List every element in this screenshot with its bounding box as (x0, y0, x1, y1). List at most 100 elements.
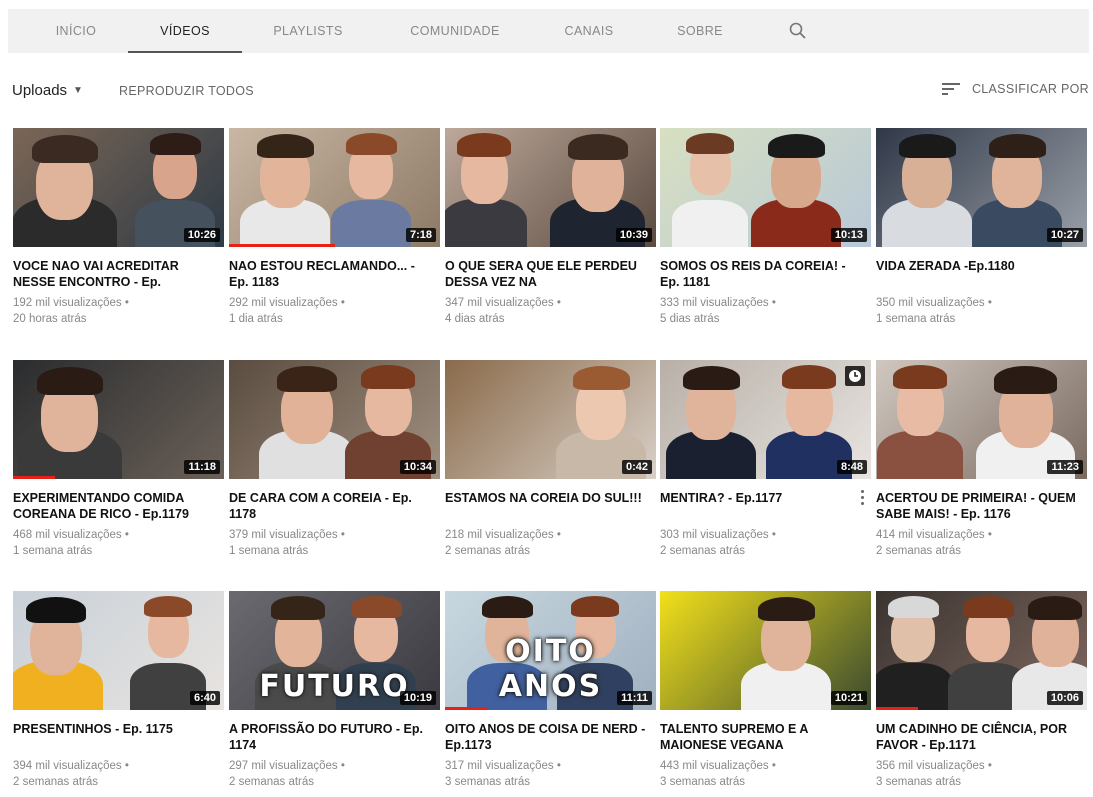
video-duration: 11:18 (184, 460, 220, 474)
video-title[interactable]: SOMOS OS REIS DA COREIA! - Ep. 1181 (660, 258, 871, 290)
tab-comunidade[interactable]: COMUNIDADE (402, 9, 508, 53)
video-thumbnail[interactable]: 10:21 (660, 591, 871, 710)
video-card[interactable]: 11:23 ACERTOU DE PRIMEIRA! - QUEM SABE MA… (876, 360, 1087, 559)
tab-inicio[interactable]: INÍCIO (46, 9, 106, 53)
video-card[interactable]: 0:42 ESTAMOS NA COREIA DO SUL!!! 218 mil v… (445, 360, 656, 559)
upload-age: 1 semana atrás (876, 313, 956, 325)
video-title[interactable]: TALENTO SUPREMO E A MAIONESE VEGANA (660, 721, 871, 753)
video-thumbnail[interactable]: OITO ANOS 11:11 (445, 591, 656, 710)
video-thumbnail[interactable]: 10:06 (876, 591, 1087, 710)
video-thumbnail[interactable]: 10:13 (660, 128, 871, 247)
video-thumbnail[interactable]: 10:39 (445, 128, 656, 247)
upload-age: 20 horas atrás (13, 313, 87, 325)
video-card[interactable]: 11:18 EXPERIMENTANDO COMIDA COREANA DE RI… (13, 360, 224, 559)
video-metadata: 292 mil visualizações • 1 dia atrás (229, 295, 440, 327)
video-duration: 0:42 (621, 460, 652, 474)
video-title[interactable]: A PROFISSÃO DO FUTURO - Ep. 1174 (229, 721, 440, 753)
video-thumbnail[interactable]: FUTURO 10:19 (229, 591, 440, 710)
video-title[interactable]: VIDA ZERADA -Ep.1180 (876, 258, 1087, 290)
video-thumbnail[interactable]: 10:26 (13, 128, 224, 247)
video-title[interactable]: ACERTOU DE PRIMEIRA! - QUEM SABE MAIS! -… (876, 490, 1087, 522)
sort-icon (941, 83, 960, 95)
upload-age: 2 semanas atrás (13, 776, 99, 788)
view-count: 468 mil visualizações • (13, 529, 129, 541)
video-thumbnail[interactable]: 0:42 (445, 360, 656, 479)
video-card[interactable]: 10:21 TALENTO SUPREMO E A MAIONESE VEGANA… (660, 591, 871, 790)
view-count: 218 mil visualizações • (445, 529, 561, 541)
uploads-dropdown[interactable]: Uploads ▼ (12, 82, 83, 99)
video-duration: 8:48 (836, 460, 867, 474)
search-icon[interactable] (788, 21, 808, 41)
tab-sobre[interactable]: SOBRE (668, 9, 732, 53)
upload-age: 3 semanas atrás (445, 776, 531, 788)
video-card[interactable]: 10:27 VIDA ZERADA -Ep.1180 350 mil visuali… (876, 128, 1087, 327)
upload-age: 3 semanas atrás (876, 776, 962, 788)
sort-button[interactable]: CLASSIFICAR POR (941, 82, 1089, 96)
upload-age: 3 semanas atrás (660, 776, 746, 788)
upload-age: 1 dia atrás (229, 313, 283, 325)
more-options-icon[interactable] (861, 490, 865, 506)
video-card[interactable]: 8:48 MENTIRA? - Ep.1177 303 mil visualizaç… (660, 360, 871, 559)
video-duration: 10:39 (615, 228, 652, 242)
video-card[interactable]: 10:34 DE CARA COM A COREIA - Ep. 1178 379 … (229, 360, 440, 559)
view-count: 379 mil visualizações • (229, 529, 345, 541)
video-title[interactable]: ESTAMOS NA COREIA DO SUL!!! (445, 490, 656, 522)
video-metadata: 379 mil visualizações • 1 semana atrás (229, 527, 440, 559)
video-card[interactable]: 10:39 O QUE SERA QUE ELE PERDEU DESSA VEZ… (445, 128, 656, 327)
video-thumbnail[interactable]: 10:27 (876, 128, 1087, 247)
video-thumbnail[interactable]: 8:48 (660, 360, 871, 479)
video-metadata: 317 mil visualizações • 3 semanas atrás (445, 758, 656, 790)
video-card[interactable]: 10:13 SOMOS OS REIS DA COREIA! - Ep. 1181… (660, 128, 871, 327)
watch-progress-bar (229, 244, 335, 247)
video-card[interactable]: 7:18 NAO ESTOU RECLAMANDO... - Ep. 1183 29… (229, 128, 440, 327)
upload-age: 1 semana atrás (229, 545, 309, 557)
video-metadata: 394 mil visualizações • 2 semanas atrás (13, 758, 224, 790)
view-count: 317 mil visualizações • (445, 760, 561, 772)
tab-playlists[interactable]: PLAYLISTS (268, 9, 348, 53)
video-card[interactable]: 6:40 PRESENTINHOS - Ep. 1175 394 mil visua… (13, 591, 224, 790)
video-duration: 10:27 (1046, 228, 1083, 242)
video-thumbnail[interactable]: 11:18 (13, 360, 224, 479)
view-count: 297 mil visualizações • (229, 760, 345, 772)
video-title[interactable]: NAO ESTOU RECLAMANDO... - Ep. 1183 (229, 258, 440, 290)
video-thumbnail[interactable]: 7:18 (229, 128, 440, 247)
caret-down-icon: ▼ (73, 85, 83, 96)
video-thumbnail[interactable]: 11:23 (876, 360, 1087, 479)
upload-age: 4 dias atrás (445, 313, 505, 325)
video-duration: 10:34 (399, 460, 436, 474)
video-title[interactable]: EXPERIMENTANDO COMIDA COREANA DE RICO - … (13, 490, 224, 522)
tab-videos[interactable]: VÍDEOS (128, 9, 242, 53)
play-all-button[interactable]: REPRODUZIR TODOS (119, 84, 254, 98)
view-count: 347 mil visualizações • (445, 297, 561, 309)
video-duration: 10:21 (830, 691, 867, 705)
video-card[interactable]: 10:06 UM CADINHO DE CIÊNCIA, POR FAVOR - … (876, 591, 1087, 790)
video-duration: 10:19 (399, 691, 436, 705)
view-count: 192 mil visualizações • (13, 297, 129, 309)
video-title[interactable]: VOCE NAO VAI ACREDITAR NESSE ENCONTRO - … (13, 258, 224, 290)
video-card[interactable]: FUTURO 10:19 A PROFISSÃO DO FUTURO - Ep. 1… (229, 591, 440, 790)
video-metadata: 192 mil visualizações • 20 horas atrás (13, 295, 224, 327)
view-count: 414 mil visualizações • (876, 529, 992, 541)
video-title[interactable]: PRESENTINHOS - Ep. 1175 (13, 721, 224, 753)
video-title[interactable]: OITO ANOS DE COISA DE NERD - Ep.1173 (445, 721, 656, 753)
video-metadata: 218 mil visualizações • 2 semanas atrás (445, 527, 656, 559)
video-title[interactable]: MENTIRA? - Ep.1177 (660, 490, 871, 522)
view-count: 443 mil visualizações • (660, 760, 776, 772)
watch-progress-bar (876, 707, 919, 710)
video-card[interactable]: OITO ANOS 11:11 OITO ANOS DE COISA DE NERD… (445, 591, 656, 790)
video-thumbnail[interactable]: 6:40 (13, 591, 224, 710)
video-card[interactable]: 10:26 VOCE NAO VAI ACREDITAR NESSE ENCONT… (13, 128, 224, 327)
tab-canais[interactable]: CANAIS (554, 9, 624, 53)
watch-later-icon[interactable] (845, 366, 865, 386)
video-metadata: 443 mil visualizações • 3 semanas atrás (660, 758, 871, 790)
video-title[interactable]: DE CARA COM A COREIA - Ep. 1178 (229, 490, 440, 522)
watch-progress-bar (13, 476, 56, 479)
video-title[interactable]: O QUE SERA QUE ELE PERDEU DESSA VEZ NA (445, 258, 656, 290)
video-title[interactable]: UM CADINHO DE CIÊNCIA, POR FAVOR - Ep.11… (876, 721, 1087, 753)
sort-label: CLASSIFICAR POR (971, 82, 1089, 96)
upload-age: 1 semana atrás (13, 545, 93, 557)
video-metadata: 297 mil visualizações • 2 semanas atrás (229, 758, 440, 790)
video-thumbnail[interactable]: 10:34 (229, 360, 440, 479)
upload-age: 2 semanas atrás (876, 545, 962, 557)
view-count: 292 mil visualizações • (229, 297, 345, 309)
